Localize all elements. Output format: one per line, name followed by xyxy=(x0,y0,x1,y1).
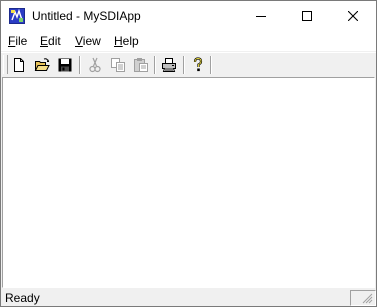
menu-edit-label: dit xyxy=(48,34,61,48)
toolbar-grip[interactable] xyxy=(3,55,8,74)
cut-scissors-icon xyxy=(89,57,101,73)
save-disk-icon xyxy=(58,58,72,72)
menu-file[interactable]: File xyxy=(8,34,27,49)
minimize-button[interactable] xyxy=(238,1,284,31)
new-document-icon xyxy=(14,58,24,72)
close-button[interactable] xyxy=(330,1,376,31)
menu-file-label: ile xyxy=(15,34,28,48)
menu-view-mnemonic: V xyxy=(75,34,83,48)
menu-bar: File Edit View Help xyxy=(1,31,376,51)
toolbar-separator xyxy=(154,56,156,74)
toolbar-separator xyxy=(79,56,81,74)
open-folder-icon xyxy=(34,58,50,71)
open-button[interactable] xyxy=(33,56,51,74)
toolbar-separator xyxy=(183,56,185,74)
menu-help-mnemonic: H xyxy=(114,34,123,48)
paste-icon xyxy=(134,58,148,72)
cut-button[interactable] xyxy=(86,56,104,74)
about-button[interactable] xyxy=(189,56,207,74)
menu-view[interactable]: View xyxy=(75,34,101,49)
help-about-icon xyxy=(193,57,203,72)
menu-view-label: iew xyxy=(82,34,101,48)
menu-help[interactable]: Help xyxy=(114,34,139,49)
print-icon xyxy=(162,58,176,72)
new-button[interactable] xyxy=(10,56,28,74)
title-bar[interactable]: Untitled - MySDIApp xyxy=(1,1,376,31)
toolbar-separator xyxy=(210,56,212,74)
status-text: Ready xyxy=(5,291,40,305)
window-title: Untitled - MySDIApp xyxy=(32,9,141,23)
copy-icon xyxy=(111,58,125,72)
copy-button[interactable] xyxy=(109,56,127,74)
toolbar xyxy=(1,52,376,77)
app-window: Untitled - MySDIApp File Edit View Help xyxy=(0,0,377,307)
print-button[interactable] xyxy=(160,56,178,74)
minimize-icon xyxy=(256,16,266,17)
menu-edit-mnemonic: E xyxy=(40,34,49,48)
save-button[interactable] xyxy=(56,56,74,74)
close-icon xyxy=(348,11,358,21)
menu-help-label: elp xyxy=(122,34,139,48)
maximize-icon xyxy=(302,11,312,21)
status-bar: Ready xyxy=(1,288,376,306)
menu-edit[interactable]: Edit xyxy=(40,34,61,49)
maximize-button[interactable] xyxy=(284,1,330,31)
app-icon[interactable] xyxy=(9,8,25,24)
paste-button[interactable] xyxy=(132,56,150,74)
size-grip-icon[interactable] xyxy=(361,292,373,304)
document-view[interactable] xyxy=(2,77,375,288)
